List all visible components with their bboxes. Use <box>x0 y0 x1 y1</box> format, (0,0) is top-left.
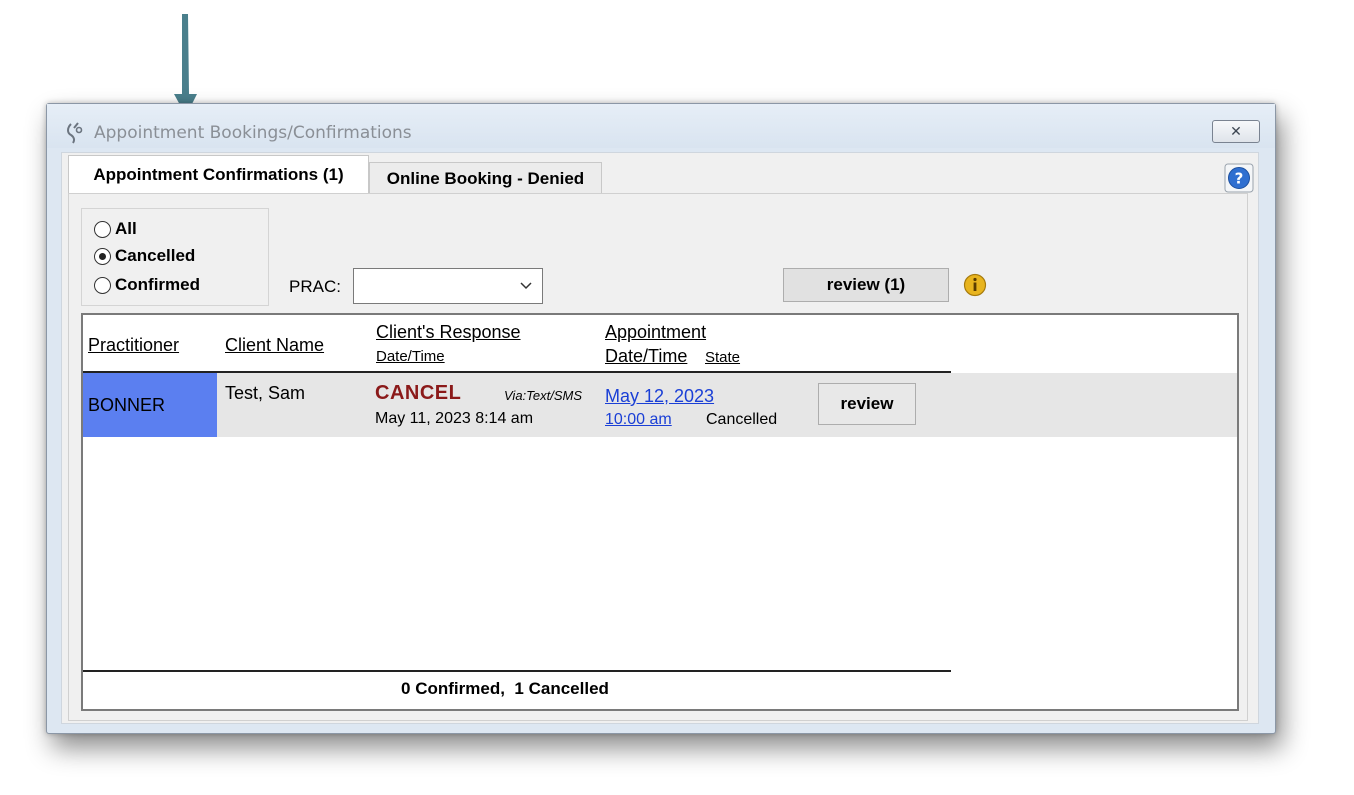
cancelled-label: Cancelled <box>528 679 609 698</box>
header-appointment[interactable]: Appointment <box>605 322 706 343</box>
appointment-time-link[interactable]: 10:00 am <box>605 411 672 429</box>
radio-confirmed[interactable] <box>94 276 111 294</box>
review-button-label: review <box>840 394 894 413</box>
table-row[interactable]: BONNER Test, Sam CANCEL Via:Text/SMS May… <box>83 373 1237 437</box>
window-client-area: Appointment Confirmations (1) Online Boo… <box>61 152 1259 724</box>
stethoscope-icon <box>67 122 83 144</box>
appointment-date-link[interactable]: May 12, 2023 <box>605 386 714 407</box>
appointment-state: Cancelled <box>706 411 778 428</box>
confirmations-panel: All Cancelled Confirmed PRAC: review (1)… <box>68 193 1248 721</box>
confirmed-label: Confirmed, <box>415 679 505 698</box>
header-client-name[interactable]: Client Name <box>225 335 324 356</box>
appointment-window: Appointment Bookings/Confirmations ✕ App… <box>46 103 1276 734</box>
tab-online-booking-denied[interactable]: Online Booking - Denied <box>369 162 602 194</box>
radio-label: Cancelled <box>115 246 196 265</box>
close-button[interactable]: ✕ <box>1212 120 1260 143</box>
header-state[interactable]: State <box>705 349 740 366</box>
header-client-response[interactable]: Client's Response <box>376 322 521 343</box>
header-appointment-datetime[interactable]: Date/Time <box>605 346 687 367</box>
footer-divider <box>83 670 951 672</box>
confirmed-count: 0 <box>401 679 411 698</box>
svg-text:?: ? <box>1235 170 1244 188</box>
review-button[interactable]: review <box>818 383 916 425</box>
help-icon[interactable]: ? <box>1224 163 1254 193</box>
filter-group: All Cancelled Confirmed <box>81 208 269 306</box>
prac-select[interactable] <box>353 268 543 304</box>
chevron-down-icon <box>520 282 532 290</box>
header-practitioner[interactable]: Practitioner <box>88 335 179 356</box>
radio-label: Confirmed <box>115 275 200 294</box>
radio-all[interactable] <box>94 220 111 238</box>
filter-confirmed[interactable]: Confirmed <box>94 273 200 297</box>
info-icon[interactable] <box>963 273 987 297</box>
radio-label: All <box>115 219 137 238</box>
tab-label: Appointment Confirmations (1) <box>93 164 344 184</box>
radio-cancelled[interactable] <box>94 247 111 265</box>
screen: Appointment Bookings/Confirmations ✕ App… <box>0 0 1354 795</box>
response-status: CANCEL <box>375 382 462 404</box>
prac-label: PRAC: <box>289 277 341 296</box>
filter-all[interactable]: All <box>94 217 137 241</box>
tab-label: Online Booking - Denied <box>386 168 585 188</box>
response-datetime: May 11, 2023 8:14 am <box>375 410 534 427</box>
window-title: Appointment Bookings/Confirmations <box>94 123 412 143</box>
header-client-response-datetime[interactable]: Date/Time <box>376 348 445 365</box>
review-all-button[interactable]: review (1) <box>783 268 949 302</box>
filter-cancelled[interactable]: Cancelled <box>94 244 195 268</box>
confirmations-grid: Practitioner Client Name Client's Respon… <box>81 313 1239 711</box>
tab-appointment-confirmations[interactable]: Appointment Confirmations (1) <box>68 155 369 193</box>
practitioner-name: BONNER <box>88 394 166 415</box>
client-name: Test, Sam <box>225 383 306 403</box>
response-channel: Via:Text/SMS <box>504 388 583 403</box>
cancelled-count: 1 <box>514 679 524 698</box>
close-icon: ✕ <box>1230 123 1242 139</box>
review-all-label: review (1) <box>826 275 906 294</box>
status-summary: 0 Confirmed, 1 Cancelled <box>401 679 609 699</box>
practitioner-cell: BONNER <box>83 373 217 437</box>
title-bar: Appointment Bookings/Confirmations ✕ <box>47 104 1275 148</box>
